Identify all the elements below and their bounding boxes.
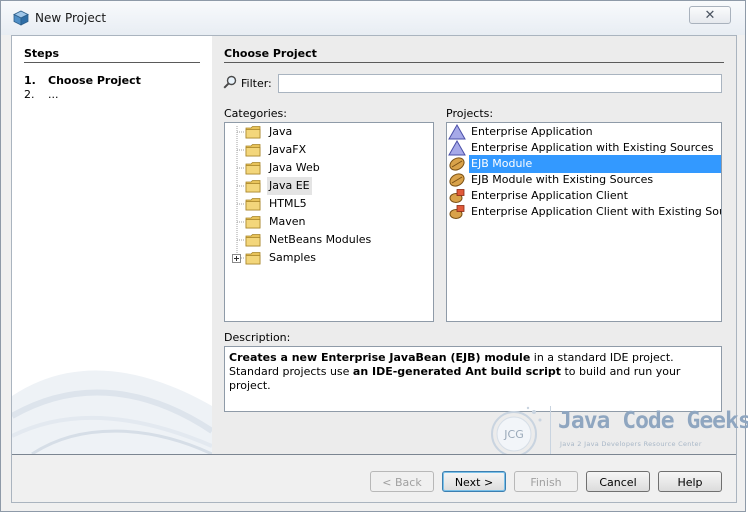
step-number: 1. [24,74,36,87]
dialog-body: Steps 1. Choose Project 2.... Choose Proj… [11,35,748,503]
step-label: Choose Project [48,74,141,87]
title-bar[interactable]: New Project ✕ [1,1,745,35]
next-button[interactable]: Next > [442,471,506,492]
back-button[interactable]: < Back [370,471,434,492]
folder-icon [245,216,261,229]
magnifier-icon [223,75,237,89]
new-project-dialog: New Project ✕ Steps 1. Choose Project 2..… [0,0,748,512]
folder-icon [245,162,261,175]
steps-heading: Steps [24,47,60,60]
categories-label: Categories: [224,107,287,120]
folder-icon [245,180,261,193]
page-title: Choose Project [224,47,317,60]
filter-input[interactable] [278,74,722,93]
tree-item-label: NetBeans Modules [269,233,372,246]
expand-plus-icon[interactable] [232,254,241,263]
ejb-module-icon [449,157,465,171]
filter-label: Filter: [241,77,272,90]
step-label: ... [48,88,59,101]
folder-icon [245,126,261,139]
finish-button[interactable]: Finish [514,471,578,492]
description-bold-2: an IDE-generated Ant build script [352,365,561,378]
categories-tree[interactable]: Java JavaFX Java Web Java EE HTML5 Maven [224,122,434,322]
tree-item-label: Maven [269,215,306,228]
folder-icon [245,252,261,265]
title-divider [224,62,724,63]
help-button[interactable]: Help [658,471,722,492]
brand-tagline: Java 2 Java Developers Resource Center [560,440,702,448]
tree-item-label: HTML5 [269,197,307,210]
steps-panel: Steps 1. Choose Project 2.... [12,36,212,454]
tree-item-label: Java Web [269,161,320,174]
brand-name: Java Code Geeks [558,408,748,434]
netbeans-cube-icon [13,10,29,26]
window-title: New Project [35,11,107,25]
step-next: 2.... [24,88,59,101]
close-button[interactable]: ✕ [689,6,731,24]
description-bold-1: Creates a new Enterprise JavaBean (EJB) … [229,351,531,364]
folder-icon [245,234,261,247]
folder-icon [245,198,261,211]
tree-item-label: Samples [269,251,316,264]
description-label: Description: [224,331,291,344]
project-enterprise-application-client-existing[interactable]: Enterprise Application Client with Exist… [447,203,721,221]
cancel-button[interactable]: Cancel [586,471,650,492]
folder-icon [245,144,261,157]
projects-list[interactable]: Enterprise Application Enterprise Applic… [446,122,722,322]
app-client-icon [449,189,465,203]
logo-initials: JCG [503,428,523,441]
watermark-divider [550,406,551,460]
decorative-swoosh [12,370,212,454]
ejb-module-icon [449,173,465,187]
app-client-icon [449,205,465,219]
projects-label: Projects: [446,107,494,120]
tree-item-label: Java [269,125,293,138]
tree-item-label: JavaFX [269,143,307,156]
description-text: Creates a new Enterprise JavaBean (EJB) … [224,346,722,412]
steps-divider [24,62,200,63]
enterprise-app-icon [448,140,466,156]
step-choose-project: 1. Choose Project [24,74,141,87]
tree-item-label: Java EE [267,177,312,195]
enterprise-app-icon [448,124,466,140]
project-label: Enterprise Application Client with Exist… [471,205,722,218]
step-number: 2. [24,88,35,101]
